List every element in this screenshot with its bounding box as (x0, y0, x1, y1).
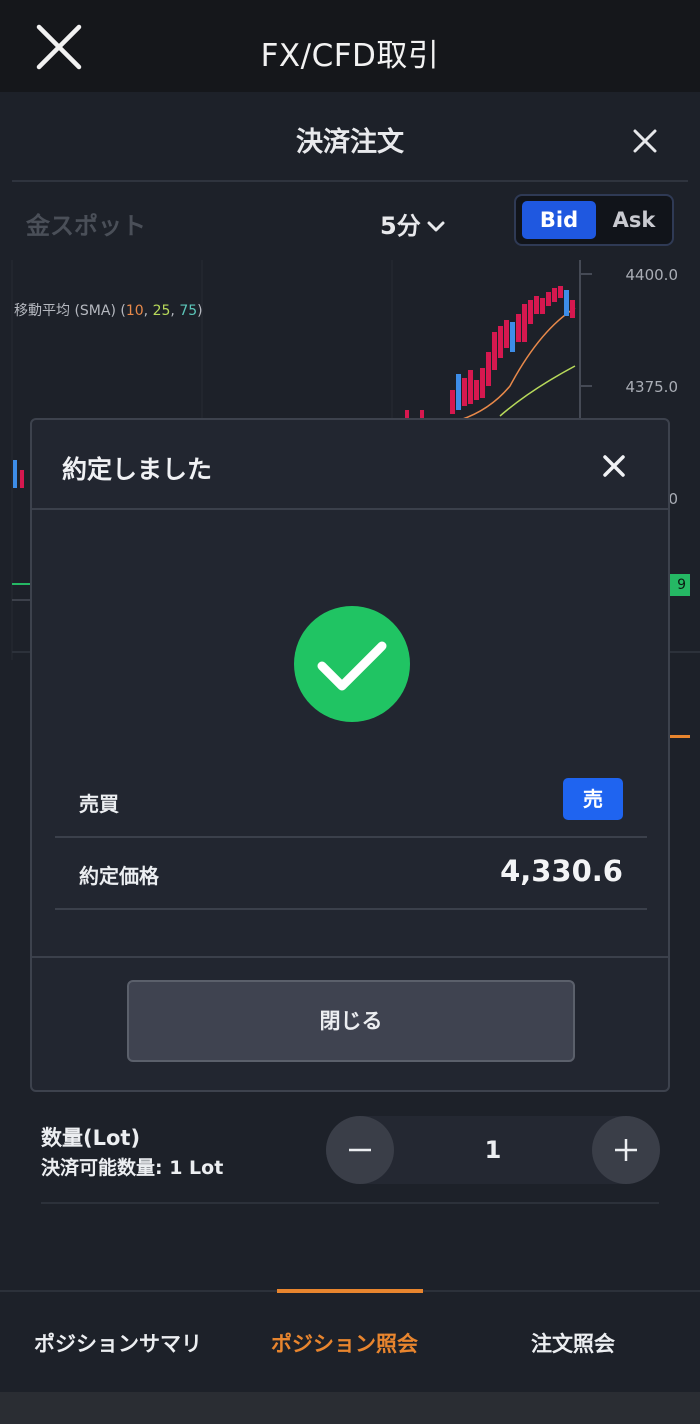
side-row: 売買 売 (55, 766, 647, 838)
sma-legend: 移動平均 (SMA) (10, 25, 75) (14, 303, 203, 319)
execution-price: 4,330.6 (500, 854, 623, 888)
plus-icon (615, 1139, 637, 1161)
interval-label: 5分 (380, 212, 421, 240)
sma-prefix: 移動平均 (SMA) ( (14, 303, 126, 319)
bottom-tabs: ポジションサマリ ポジション照会 注文照会 (0, 1289, 700, 1390)
price-row: 約定価格 4,330.6 (55, 838, 647, 910)
quantity-value[interactable]: 1 (394, 1136, 592, 1164)
bid-button[interactable]: Bid (522, 201, 596, 239)
available-quantity: 決済可能数量: 1 Lot (41, 1157, 224, 1179)
active-tab-indicator (277, 1289, 423, 1293)
tab-order-inquiry[interactable]: 注文照会 (531, 1328, 615, 1358)
sma-10: 10 (125, 303, 144, 319)
dialog-title: 約定しました (62, 455, 213, 484)
sheet-header: 決済注文 (12, 92, 688, 182)
dialog-header: 約定しました (32, 420, 668, 510)
close-icon[interactable] (632, 128, 658, 154)
app-bar: FX/CFD取引 (0, 0, 700, 92)
tab-position-inquiry[interactable]: ポジション照会 (271, 1328, 418, 1358)
bid-ask-toggle: Bid Ask (514, 194, 674, 246)
sell-badge: 売 (563, 778, 623, 820)
interval-selector[interactable]: 5分 (380, 206, 445, 241)
divider (32, 956, 668, 958)
minus-icon (349, 1148, 371, 1152)
close-icon[interactable] (602, 454, 626, 478)
sma-25: 25 (152, 303, 171, 319)
divider (41, 1202, 659, 1204)
close-button[interactable]: 閉じる (127, 980, 575, 1062)
decrement-button[interactable] (326, 1116, 394, 1184)
axis-label: 4375.0 (625, 378, 679, 396)
execution-dialog: 約定しました 売買 売 約定価格 4,330.6 閉じる (30, 418, 670, 1092)
increment-button[interactable] (592, 1116, 660, 1184)
home-bar (0, 1392, 700, 1424)
sma-suffix: ) (197, 303, 203, 319)
order-line-marker (668, 735, 690, 738)
sheet-title: 決済注文 (296, 127, 404, 158)
price-label: 約定価格 (79, 864, 159, 888)
instrument-name: 金スポット (26, 212, 146, 240)
tab-position-summary[interactable]: ポジションサマリ (34, 1328, 202, 1358)
quantity-label: 数量(Lot) (41, 1126, 141, 1150)
chevron-down-icon (427, 221, 445, 232)
quantity-stepper: 1 (326, 1116, 660, 1184)
app-title: FX/CFD取引 (260, 38, 440, 74)
side-label: 売買 (79, 792, 119, 816)
sma-75: 75 (179, 303, 198, 319)
success-check-icon (294, 606, 410, 722)
axis-label: 4400.0 (625, 266, 679, 284)
ask-button[interactable]: Ask (598, 201, 670, 239)
